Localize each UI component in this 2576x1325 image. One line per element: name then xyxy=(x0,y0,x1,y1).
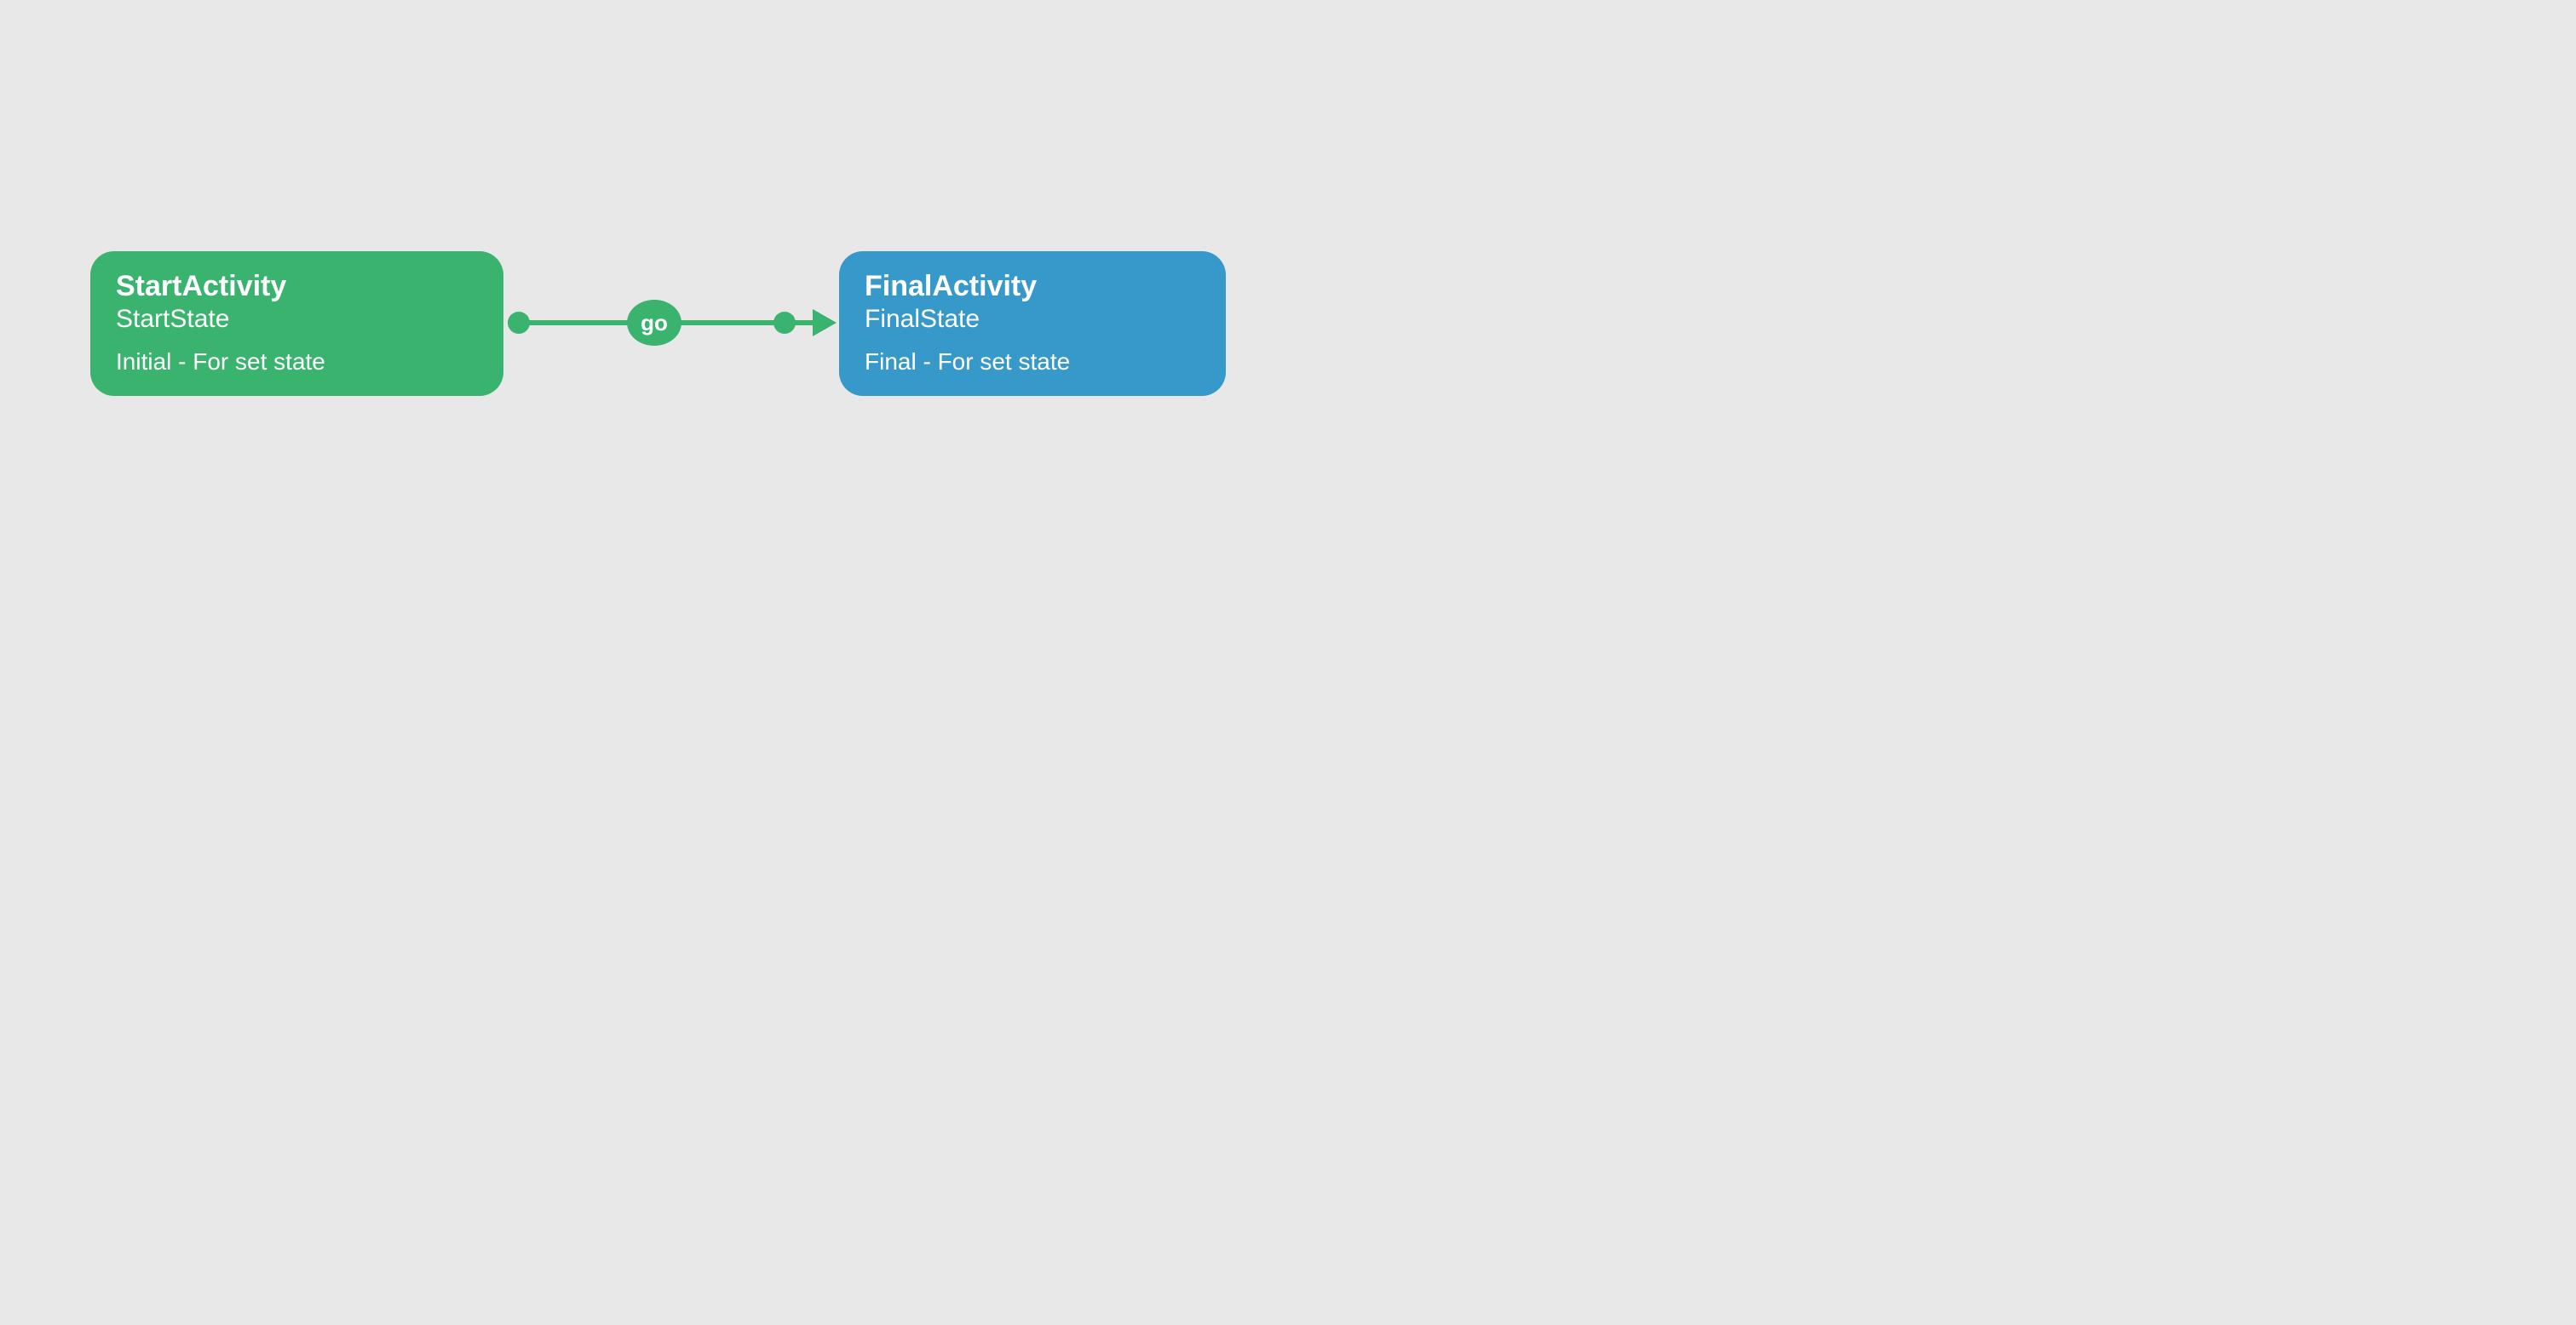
edge-start-dot-icon xyxy=(508,312,530,334)
final-activity-node[interactable]: FinalActivity FinalState Final - For set… xyxy=(839,251,1226,396)
start-activity-subtitle: StartState xyxy=(116,303,478,336)
final-activity-description: Final - For set state xyxy=(865,347,1200,376)
start-activity-node[interactable]: StartActivity StartState Initial - For s… xyxy=(90,251,503,396)
start-activity-description: Initial - For set state xyxy=(116,347,478,376)
final-activity-subtitle: FinalState xyxy=(865,303,1200,336)
final-activity-title: FinalActivity xyxy=(865,270,1200,303)
start-activity-title: StartActivity xyxy=(116,270,478,303)
edge-end-dot-icon xyxy=(773,312,796,334)
edge-label-text: go xyxy=(641,310,668,336)
edge-label-bubble: go xyxy=(627,300,681,346)
edge-arrowhead-icon xyxy=(813,309,837,336)
diagram-canvas: StartActivity StartState Initial - For s… xyxy=(0,0,1288,662)
